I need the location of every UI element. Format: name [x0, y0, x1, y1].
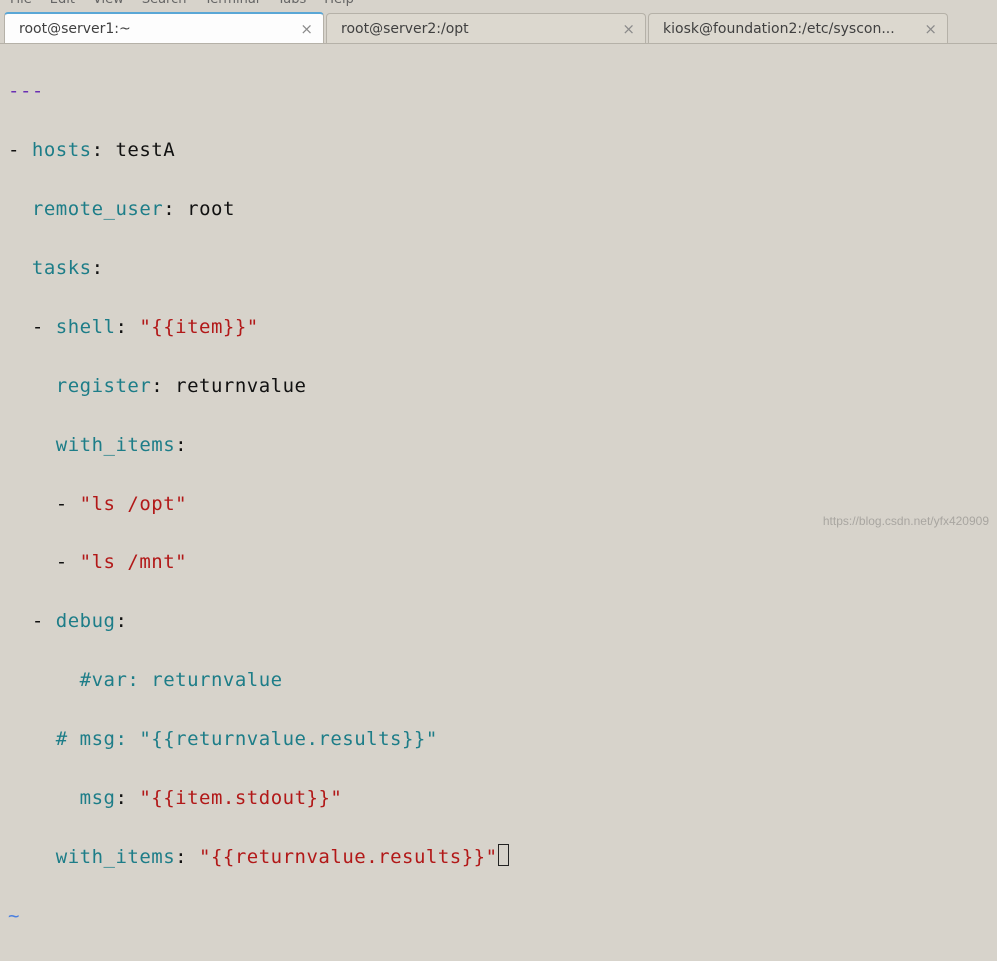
cursor	[498, 844, 509, 866]
code-line: msg: "{{item.stdout}}"	[8, 784, 997, 813]
menu-file[interactable]: File	[10, 0, 32, 7]
code-line: ~	[8, 902, 997, 931]
menubar: File Edit View Search Terminal Tabs Help	[0, 0, 997, 10]
tabbar: root@server1:~ × root@server2:/opt × kio…	[0, 10, 997, 44]
code-line: with_items: "{{returnvalue.results}}"	[8, 843, 997, 872]
menu-view[interactable]: View	[93, 0, 124, 7]
code-line: - shell: "{{item}}"	[8, 313, 997, 342]
menu-terminal[interactable]: Terminal	[204, 0, 259, 7]
code-line: tasks:	[8, 254, 997, 283]
code-line: - debug:	[8, 607, 997, 636]
code-line: ---	[8, 77, 997, 106]
tab-foundation2[interactable]: kiosk@foundation2:/etc/syscon... ×	[648, 13, 948, 43]
menu-search[interactable]: Search	[142, 0, 187, 7]
tab-label: kiosk@foundation2:/etc/syscon...	[663, 21, 895, 37]
tab-server1[interactable]: root@server1:~ ×	[4, 12, 324, 43]
close-icon[interactable]: ×	[300, 20, 313, 38]
tab-label: root@server1:~	[19, 21, 131, 37]
tab-server2[interactable]: root@server2:/opt ×	[326, 13, 646, 43]
menu-edit[interactable]: Edit	[50, 0, 75, 7]
code-line: #var: returnvalue	[8, 666, 997, 695]
watermark: https://blog.csdn.net/yfx420909	[823, 514, 989, 528]
code-line: - "ls /mnt"	[8, 548, 997, 577]
menu-help[interactable]: Help	[324, 0, 354, 7]
code-line: remote_user: root	[8, 195, 997, 224]
editor[interactable]: --- - hosts: testA remote_user: root tas…	[0, 44, 997, 961]
code-line: register: returnvalue	[8, 372, 997, 401]
close-icon[interactable]: ×	[622, 20, 635, 38]
menu-tabs[interactable]: Tabs	[277, 0, 306, 7]
tab-label: root@server2:/opt	[341, 21, 469, 37]
close-icon[interactable]: ×	[924, 20, 937, 38]
code-line: # msg: "{{returnvalue.results}}"	[8, 725, 997, 754]
code-line: - hosts: testA	[8, 136, 997, 165]
code-line: with_items:	[8, 431, 997, 460]
